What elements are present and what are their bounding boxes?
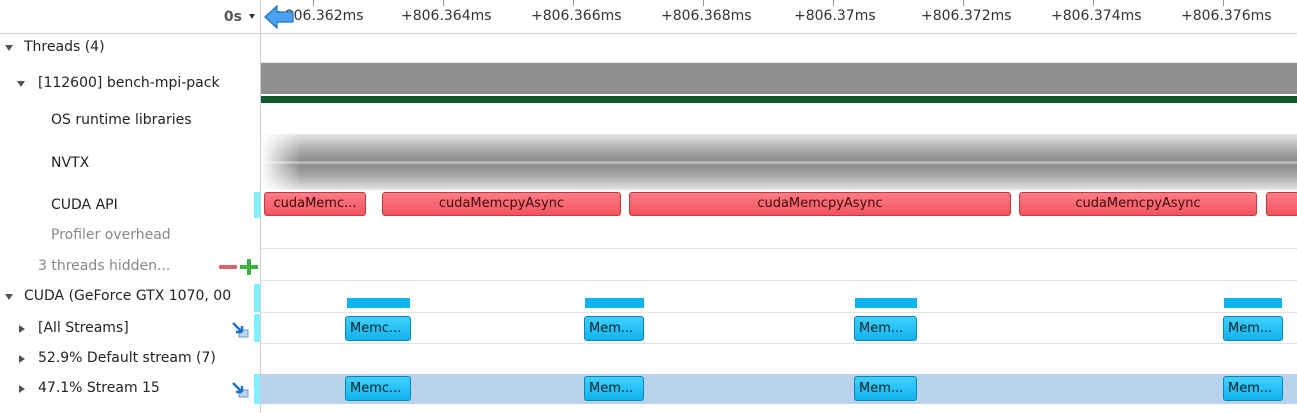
cuda-api-event[interactable]: cudaMemcpyAsync <box>629 192 1011 216</box>
gpu-activity-summary[interactable] <box>1224 298 1282 308</box>
expand-chevron-icon[interactable] <box>19 385 25 393</box>
cuda-api-event[interactable]: cudaMemc... <box>264 192 366 216</box>
gpu-activity-summary[interactable] <box>855 298 917 308</box>
tree-panel: 0s Threads (4) [112600] bench-mpi-pack O… <box>0 0 261 413</box>
activity-marker <box>254 192 260 218</box>
expand-chevron-icon[interactable] <box>19 325 25 333</box>
expand-chevron-icon[interactable] <box>19 355 25 363</box>
memcpy-event[interactable]: Mem... <box>584 376 644 401</box>
tick-label: +806.374ms <box>1051 8 1142 24</box>
timeline-view[interactable]: +806.362ms +806.364ms +806.366ms +806.36… <box>261 0 1297 413</box>
expand-chevron-icon[interactable] <box>5 45 13 51</box>
tree-label-stream15: 47.1% Stream 15 <box>38 380 160 396</box>
tick-label: +806.37ms <box>794 8 876 24</box>
activity-marker <box>254 374 260 404</box>
tree-label-profiler-overhead: Profiler overhead <box>51 227 171 243</box>
activity-marker <box>254 284 260 312</box>
tick-label: +806.368ms <box>661 8 752 24</box>
tree-label-cuda-api: CUDA API <box>51 197 118 213</box>
zero-time-label: 0s <box>223 9 242 25</box>
pin-arrow-icon[interactable] <box>231 380 249 398</box>
pin-arrow-icon[interactable] <box>231 320 249 338</box>
tree-row-process[interactable]: [112600] bench-mpi-pack <box>0 74 260 94</box>
memcpy-event[interactable]: Memc... <box>345 316 411 341</box>
cuda-api-event[interactable]: cudaMemcpyAsync <box>382 192 621 216</box>
tree-label-all-streams: [All Streams] <box>38 320 129 336</box>
tick-label: +806.366ms <box>531 8 622 24</box>
tree-label-os-runtime: OS runtime libraries <box>51 112 192 128</box>
tree-header: 0s <box>0 0 260 34</box>
memcpy-event[interactable]: Mem... <box>854 376 917 401</box>
memcpy-event[interactable]: Mem... <box>584 316 644 341</box>
expand-chevron-icon[interactable] <box>17 81 25 87</box>
tree-row-all-streams[interactable]: [All Streams] <box>0 319 260 339</box>
activity-marker <box>254 314 260 342</box>
tree-label-cuda-device: CUDA (GeForce GTX 1070, 00 <box>24 288 232 304</box>
tree-row-profiler-overhead[interactable]: Profiler overhead <box>0 226 260 246</box>
tick-label: +806.364ms <box>401 8 492 24</box>
time-ruler[interactable]: +806.362ms +806.364ms +806.366ms +806.36… <box>261 0 1297 34</box>
cuda-api-event[interactable] <box>1266 192 1297 216</box>
tree-row-nvtx[interactable]: NVTX <box>0 154 260 174</box>
nvtx-range-band[interactable] <box>261 134 1297 190</box>
tree-row-cuda-api[interactable]: CUDA API <box>0 196 260 216</box>
cuda-api-event[interactable]: cudaMemcpyAsync <box>1019 192 1257 216</box>
memcpy-event[interactable]: Mem... <box>854 316 917 341</box>
tree-row-stream15[interactable]: 47.1% Stream 15 <box>0 379 260 399</box>
tree-row-os-runtime[interactable]: OS runtime libraries <box>0 111 260 131</box>
tree-label-nvtx: NVTX <box>51 155 90 171</box>
tree-row-cuda-device[interactable]: CUDA (GeForce GTX 1070, 00 <box>0 287 254 307</box>
tree-label-process: [112600] bench-mpi-pack <box>38 75 220 91</box>
memcpy-event[interactable]: Mem... <box>1223 376 1283 401</box>
tree-label-hidden-threads: 3 threads hidden... <box>38 258 171 274</box>
thread-state-bar[interactable] <box>261 96 1297 103</box>
gpu-activity-summary[interactable] <box>585 298 644 308</box>
thread-activity-bar[interactable] <box>261 63 1297 94</box>
collapse-minus-icon[interactable] <box>219 265 237 269</box>
tick-label: +806.372ms <box>921 8 1012 24</box>
tree-row-default-stream[interactable]: 52.9% Default stream (7) <box>0 349 260 369</box>
expand-plus-icon[interactable] <box>240 259 258 275</box>
tree-row-hidden-threads[interactable]: 3 threads hidden... <box>0 257 260 277</box>
memcpy-event[interactable]: Memc... <box>345 376 411 401</box>
expand-chevron-icon[interactable] <box>5 294 13 300</box>
scroll-left-arrow-icon[interactable] <box>263 4 295 30</box>
menu-dropdown-icon[interactable] <box>249 14 255 19</box>
tree-label-default-stream: 52.9% Default stream (7) <box>38 350 216 366</box>
gpu-activity-summary[interactable] <box>347 298 410 308</box>
tree-label-threads: Threads (4) <box>24 39 105 55</box>
tick-label: +806.376ms <box>1181 8 1272 24</box>
memcpy-event[interactable]: Mem... <box>1223 316 1283 341</box>
tree-row-threads[interactable]: Threads (4) <box>0 38 260 58</box>
